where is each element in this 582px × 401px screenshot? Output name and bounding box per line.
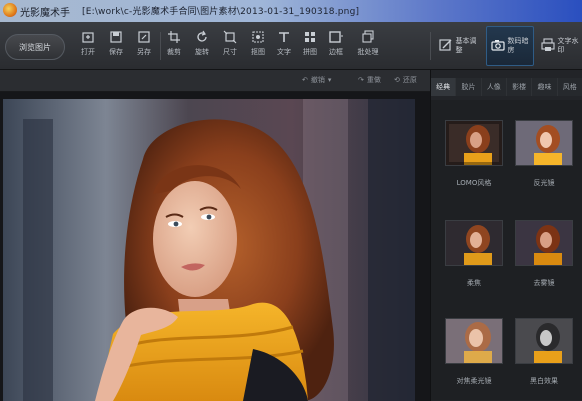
- resize-icon: [223, 30, 237, 44]
- frame-button[interactable]: 边框: [322, 28, 350, 64]
- file-path: [E:\work\c-光影魔术手合同\图片素材\2013-01-31_19031…: [82, 7, 360, 17]
- print-icon: [540, 37, 555, 56]
- rotate-button[interactable]: 旋转: [188, 28, 216, 64]
- collage-button[interactable]: 拼图: [296, 28, 324, 64]
- title-bar: 光影魔术手 [E:\work\c-光影魔术手合同\图片素材\2013-01-31…: [0, 0, 582, 22]
- effect-label: 对焦柔光镜: [456, 377, 492, 385]
- effect-thumb-dehaze[interactable]: [515, 220, 573, 266]
- text-watermark-button[interactable]: 文字水印: [536, 26, 582, 66]
- effect-preview: [443, 118, 505, 168]
- effect-preview: [446, 319, 502, 363]
- basic-adjust-button[interactable]: 基本调整: [434, 26, 482, 66]
- effect-preview: [516, 319, 572, 363]
- batch-label: 批处理: [357, 48, 379, 56]
- crop-icon: [167, 30, 181, 44]
- redo-button[interactable]: ↷ 重做: [358, 75, 381, 85]
- rotate-icon: [195, 30, 209, 44]
- frame-icon: [329, 30, 343, 44]
- restore-button[interactable]: ⟲ 还原: [394, 75, 417, 85]
- restore-label: 还原: [402, 76, 417, 84]
- effect-preview: [516, 221, 572, 265]
- effects-panel: 经典 胶片 人像 影楼 趣味 风格 LOMO风格 反光镜 柔焦 去雾镜 对焦柔光…: [430, 70, 582, 401]
- effect-thumb-reflex[interactable]: [515, 120, 573, 166]
- batch-button[interactable]: 批处理: [354, 28, 382, 64]
- collage-label: 拼图: [303, 48, 317, 56]
- effect-label: 黑白效果: [530, 377, 558, 385]
- basic-adjust-label: 基本调整: [455, 37, 477, 54]
- cutout-icon: [251, 30, 265, 44]
- tab-portrait[interactable]: 人像: [481, 78, 507, 96]
- redo-icon: ↷: [358, 76, 364, 84]
- app-logo-icon: [3, 3, 17, 17]
- undo-button[interactable]: ↶ 撤销 ▾: [302, 75, 331, 85]
- restore-icon: ⟲: [394, 76, 400, 84]
- tab-style[interactable]: 风格: [557, 78, 582, 96]
- edited-photo: [3, 99, 415, 401]
- effect-thumb-soft-focus[interactable]: [445, 220, 503, 266]
- app-name: 光影魔术手: [20, 8, 70, 19]
- cutout-label: 抠图: [251, 48, 265, 56]
- effect-thumb-bw[interactable]: [515, 318, 573, 364]
- text-icon: [277, 30, 291, 44]
- undo-label: 撤销: [310, 76, 325, 84]
- history-bar: ↶ 撤销 ▾ ↷ 重做 ⟲ 还原: [0, 70, 430, 92]
- save-as-label: 另存: [137, 48, 151, 56]
- undo-icon: ↶: [302, 76, 308, 84]
- redo-label: 重做: [366, 76, 381, 84]
- save-as-button[interactable]: 另存: [130, 28, 158, 64]
- tab-film[interactable]: 胶片: [456, 78, 482, 96]
- digital-darkroom-label: 数码暗房: [507, 37, 529, 54]
- cutout-button[interactable]: 抠图: [244, 28, 272, 64]
- save-label: 保存: [109, 48, 123, 56]
- batch-icon: [361, 30, 375, 44]
- collage-icon: [303, 30, 317, 44]
- effect-preview: [446, 221, 502, 265]
- browse-images-button[interactable]: 浏览图片: [5, 34, 65, 60]
- rotate-label: 旋转: [195, 48, 209, 56]
- effects-tabs: 经典 胶片 人像 影楼 趣味 风格: [431, 78, 582, 96]
- digital-darkroom-button[interactable]: 数码暗房: [486, 26, 534, 66]
- save-as-icon: [137, 30, 151, 44]
- frame-label: 边框: [329, 48, 343, 56]
- effect-thumb-focus-soft[interactable]: [445, 318, 503, 364]
- effect-label: LOMO风格: [456, 179, 492, 187]
- chevron-down-icon: ▾: [327, 76, 332, 84]
- effect-label: 反光镜: [533, 179, 555, 187]
- tab-fun[interactable]: 趣味: [532, 78, 558, 96]
- open-icon: [81, 30, 95, 44]
- text-label: 文字: [277, 48, 291, 56]
- adjust-icon: [438, 37, 453, 56]
- crop-label: 裁剪: [167, 48, 181, 56]
- image-canvas[interactable]: [0, 92, 430, 401]
- save-button[interactable]: 保存: [102, 28, 130, 64]
- crop-button[interactable]: 裁剪: [160, 28, 188, 64]
- toolbar-divider: [430, 32, 431, 60]
- open-button[interactable]: 打开: [74, 28, 102, 64]
- resize-button[interactable]: 尺寸: [216, 28, 244, 64]
- save-icon: [109, 30, 123, 44]
- main-toolbar: 浏览图片 打开 保存 另存 裁剪 旋转 尺寸 抠图 文字 拼图 边框 批处理 基…: [0, 22, 582, 70]
- tab-classic[interactable]: 经典: [431, 78, 457, 96]
- effect-preview: [516, 121, 572, 165]
- open-label: 打开: [81, 48, 95, 56]
- resize-label: 尺寸: [223, 48, 237, 56]
- effect-label: 去雾镜: [533, 279, 555, 287]
- text-button[interactable]: 文字: [270, 28, 298, 64]
- text-watermark-label: 文字水印: [557, 37, 579, 54]
- camera-icon: [490, 37, 505, 56]
- effect-thumb-lomo[interactable]: [443, 118, 505, 168]
- tab-studio[interactable]: 影楼: [506, 78, 533, 96]
- effect-label: 柔焦: [467, 279, 481, 287]
- app-window: 光影魔术手 [E:\work\c-光影魔术手合同\图片素材\2013-01-31…: [0, 0, 582, 401]
- effects-grid: LOMO风格 反光镜 柔焦 去雾镜 对焦柔光镜 黑白效果: [431, 100, 582, 400]
